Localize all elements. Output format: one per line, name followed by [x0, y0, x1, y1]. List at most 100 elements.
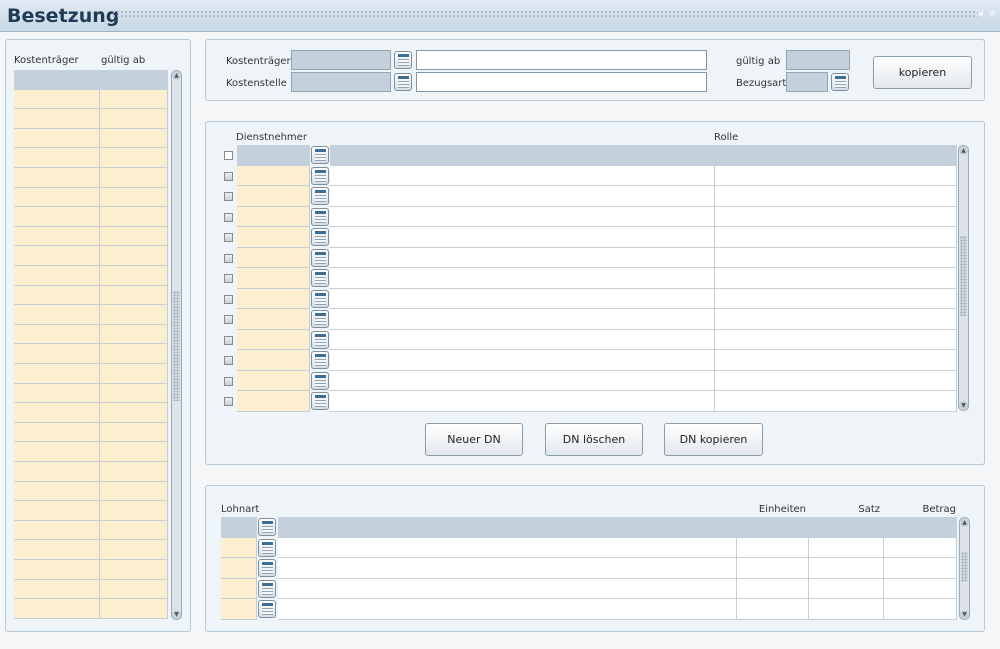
list-row[interactable] [14, 422, 168, 443]
lohnart-lov-icon[interactable] [258, 579, 276, 598]
betrag-field[interactable] [884, 517, 957, 538]
rolle-field[interactable] [715, 186, 957, 207]
list-row[interactable] [14, 305, 168, 325]
select-checkbox[interactable] [224, 397, 233, 406]
gueltig-ab-cell[interactable] [100, 266, 168, 286]
satz-field[interactable] [809, 558, 884, 579]
list-row[interactable] [14, 501, 168, 521]
scroll-up-arrow-icon[interactable]: ▲ [172, 71, 181, 80]
einheiten-field[interactable] [737, 517, 809, 538]
kostentraeger-cell[interactable] [14, 128, 100, 149]
select-checkbox[interactable] [224, 253, 233, 263]
kostentraeger-cell[interactable] [14, 383, 100, 404]
satz-field[interactable] [809, 599, 884, 620]
bezugsart-lov-icon[interactable] [831, 73, 849, 91]
select-checkbox[interactable] [224, 192, 233, 201]
gueltig-ab-cell[interactable] [100, 501, 168, 521]
wage-row[interactable] [221, 578, 957, 599]
list-row[interactable] [14, 246, 168, 266]
bezugsart-field[interactable] [786, 72, 828, 92]
kostenstelle-lov-icon[interactable] [394, 73, 412, 91]
gueltig-ab-cell[interactable] [100, 540, 168, 560]
rolle-field[interactable] [715, 350, 957, 371]
kostentraeger-cell[interactable] [14, 579, 100, 600]
dienstnehmer-lov-icon[interactable] [311, 351, 329, 369]
kostentraeger-name-field[interactable] [416, 50, 707, 70]
kostenstelle-name-field[interactable] [416, 72, 707, 92]
gueltig-ab-cell[interactable] [100, 579, 168, 600]
dienstnehmer-field[interactable] [237, 370, 310, 391]
list-row[interactable] [14, 462, 168, 482]
kostentraeger-cell[interactable] [14, 89, 100, 110]
select-checkbox[interactable] [224, 151, 233, 160]
dienstnehmer-lov-icon[interactable] [311, 392, 329, 410]
employee-row[interactable] [221, 309, 957, 330]
employee-row[interactable] [221, 350, 957, 371]
neuer-dn-button[interactable]: Neuer DN [425, 423, 523, 456]
list-row[interactable] [14, 540, 168, 560]
scroll-down-arrow-icon[interactable]: ▼ [172, 610, 181, 619]
dienstnehmer-field[interactable] [237, 329, 310, 350]
list-row[interactable] [14, 403, 168, 423]
dienstnehmer-field[interactable] [237, 186, 310, 207]
dienstnehmer-lov-icon[interactable] [311, 228, 329, 246]
gueltig-ab-field[interactable] [786, 50, 850, 70]
lohnart-lov-icon[interactable] [258, 518, 276, 536]
list-row[interactable] [14, 560, 168, 580]
gueltig-ab-cell[interactable] [100, 89, 168, 110]
betrag-field[interactable] [884, 578, 957, 599]
kostentraeger-cell[interactable] [14, 207, 100, 227]
select-checkbox[interactable] [224, 171, 233, 181]
kostentraeger-cell[interactable] [14, 520, 100, 541]
betrag-field[interactable] [884, 599, 957, 620]
kostentraeger-cell[interactable] [14, 305, 100, 325]
kostentraeger-cell[interactable] [14, 540, 100, 560]
list-row[interactable] [14, 266, 168, 286]
rolle-field[interactable] [715, 165, 957, 186]
rolle-field[interactable] [715, 391, 957, 412]
list-row[interactable] [14, 344, 168, 364]
scroll-thumb[interactable] [173, 291, 180, 401]
rolle-field[interactable] [715, 227, 957, 248]
gueltig-ab-cell[interactable] [100, 599, 168, 619]
dienstnehmer-lov-icon[interactable] [311, 248, 329, 267]
gueltig-ab-cell[interactable] [100, 305, 168, 325]
select-checkbox[interactable] [224, 376, 233, 386]
gueltig-ab-cell[interactable] [100, 364, 168, 384]
scroll-up-arrow-icon[interactable]: ▲ [959, 146, 968, 155]
lohnart-lov-icon[interactable] [258, 600, 276, 618]
betrag-field[interactable] [884, 537, 957, 558]
wage-row[interactable] [221, 599, 957, 620]
kostentraeger-cell[interactable] [14, 501, 100, 521]
kostentraeger-cell[interactable] [14, 187, 100, 208]
kostentraeger-lov-icon[interactable] [394, 51, 412, 69]
employees-scrollbar[interactable]: ▲ ▼ [958, 145, 969, 411]
dienstnehmer-field[interactable] [237, 206, 310, 227]
dienstnehmer-lov-icon[interactable] [311, 310, 329, 328]
satz-field[interactable] [809, 517, 884, 538]
kostentraeger-cell[interactable] [14, 324, 100, 345]
dienstnehmer-field[interactable] [237, 247, 310, 268]
kostentraeger-cell[interactable] [14, 481, 100, 502]
lohnart-field[interactable] [221, 578, 257, 599]
list-row[interactable] [14, 599, 168, 619]
gueltig-ab-cell[interactable] [100, 520, 168, 541]
kopieren-button[interactable]: kopieren [873, 56, 972, 89]
gueltig-ab-cell[interactable] [100, 344, 168, 364]
scroll-down-arrow-icon[interactable]: ▼ [960, 610, 969, 619]
gueltig-ab-cell[interactable] [100, 560, 168, 580]
rolle-field[interactable] [715, 206, 957, 227]
betrag-field[interactable] [884, 558, 957, 579]
list-row[interactable] [14, 226, 168, 247]
dienstnehmer-lov-icon[interactable] [311, 166, 329, 185]
dienstnehmer-lov-icon[interactable] [311, 146, 329, 164]
gueltig-ab-cell[interactable] [100, 422, 168, 443]
dienstnehmer-field[interactable] [237, 391, 310, 412]
employee-row[interactable] [221, 186, 957, 207]
kostentraeger-cell[interactable] [14, 599, 100, 619]
kostentraeger-cell[interactable] [14, 266, 100, 286]
dienstnehmer-field[interactable] [237, 309, 310, 330]
select-checkbox[interactable] [224, 315, 233, 324]
kostentraeger-cell[interactable] [14, 246, 100, 266]
list-row[interactable] [14, 168, 168, 188]
